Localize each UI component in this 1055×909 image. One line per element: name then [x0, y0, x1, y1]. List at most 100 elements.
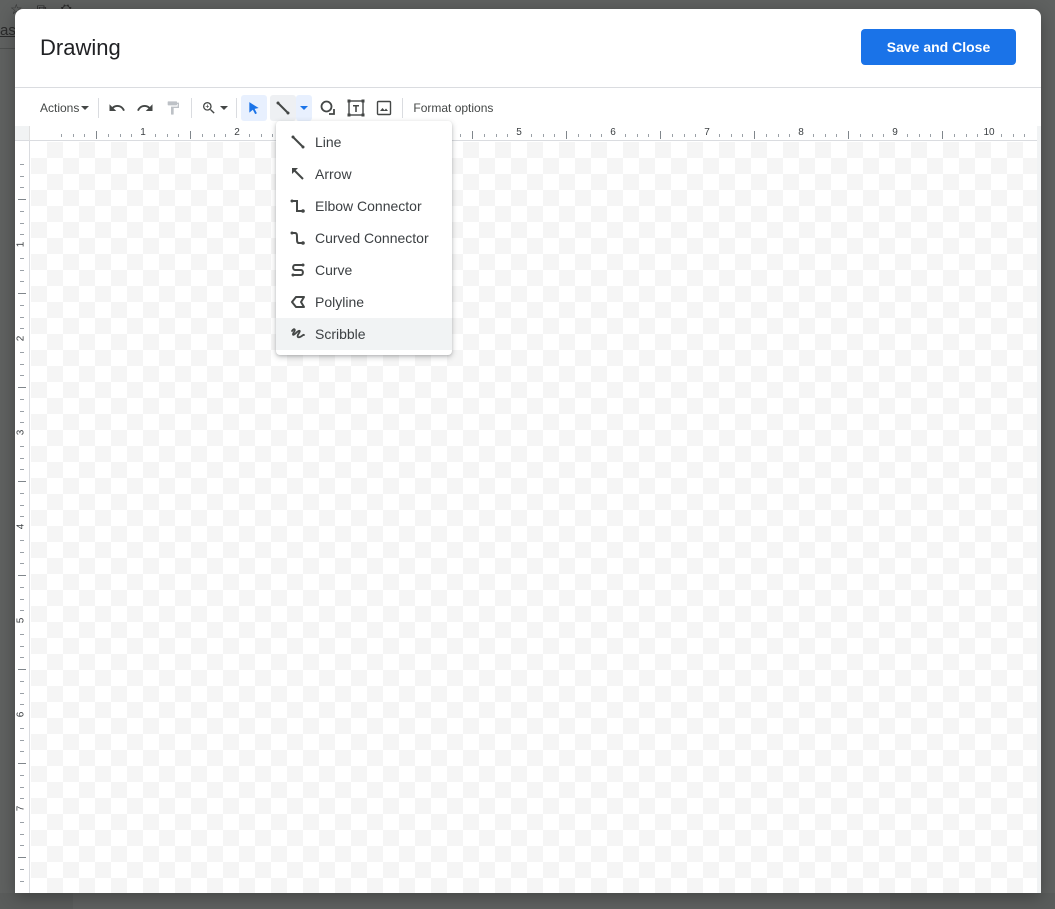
- ruler-tick: [848, 131, 849, 139]
- ruler-tick: [20, 363, 24, 365]
- select-tool-button[interactable]: [241, 94, 268, 121]
- ruler-tick: [20, 586, 24, 588]
- paint-format-button[interactable]: [159, 95, 187, 121]
- ruler-corner: [15, 126, 30, 141]
- ruler-tick: [272, 134, 274, 137]
- ruler-tick: [20, 692, 24, 694]
- ruler-label: 3: [15, 429, 27, 436]
- ruler-tick: [131, 134, 133, 137]
- ruler-tick: [777, 134, 779, 137]
- ruler-tick: [18, 857, 26, 858]
- redo-button[interactable]: [131, 95, 159, 121]
- zoom-in-icon: [202, 101, 215, 114]
- ruler-tick: [20, 739, 24, 741]
- undo-icon: [109, 103, 126, 111]
- ruler-label: 1: [140, 127, 146, 138]
- ruler-tick: [507, 134, 509, 137]
- text-box-button[interactable]: [342, 95, 370, 121]
- line-icon: [290, 134, 306, 150]
- toolbar-separator: [402, 97, 404, 118]
- drawing-dialog: Drawing Save and Close Actions Format op…: [15, 9, 1041, 893]
- ruler-tick: [190, 131, 191, 139]
- menu-item-curved-connector[interactable]: Curved Connector: [276, 222, 452, 254]
- ruler-tick: [836, 134, 838, 137]
- ruler-tick: [18, 481, 26, 482]
- ruler-tick: [871, 134, 873, 137]
- paint-format-icon: [168, 100, 180, 115]
- image-button[interactable]: [370, 95, 398, 121]
- ruler-tick: [72, 134, 74, 137]
- ruler-tick: [20, 328, 24, 330]
- ruler-label: 2: [15, 335, 27, 342]
- ruler-tick: [18, 293, 26, 294]
- menu-item-curve[interactable]: Curve: [276, 254, 452, 286]
- dialog-title: Drawing: [40, 35, 121, 60]
- ruler-label: 6: [15, 711, 27, 718]
- ruler-tick: [624, 134, 626, 137]
- ruler-tick: [824, 134, 826, 137]
- ruler-label: 1: [15, 241, 27, 248]
- menu-item-polyline[interactable]: Polyline: [276, 286, 452, 318]
- menu-item-arrow[interactable]: Arrow: [276, 158, 452, 190]
- line-type-menu: Line Arrow Elbow Connector Curved Connec…: [276, 121, 452, 355]
- ruler-tick: [1024, 134, 1026, 137]
- ruler-tick: [977, 134, 979, 137]
- ruler-tick: [20, 563, 24, 565]
- background-panel: [890, 893, 1055, 909]
- ruler-tick: [20, 551, 24, 553]
- format-options-button[interactable]: Format options: [407, 95, 499, 121]
- menu-item-line[interactable]: Line: [276, 126, 452, 158]
- ruler-label: 7: [15, 805, 27, 812]
- line-tool-dropdown[interactable]: [296, 94, 313, 121]
- ruler-tick: [20, 398, 24, 400]
- image-icon: [377, 100, 392, 115]
- toolbar-separator: [98, 97, 100, 118]
- ruler-tick: [20, 469, 24, 471]
- ruler-tick: [930, 134, 932, 137]
- ruler-tick: [460, 134, 462, 137]
- shape-icon: [320, 100, 336, 115]
- ruler-tick: [589, 134, 591, 137]
- menu-item-scribble[interactable]: Scribble: [276, 318, 452, 350]
- ruler-tick: [20, 610, 24, 612]
- ruler-tick: [965, 134, 967, 137]
- shape-button[interactable]: [314, 95, 342, 121]
- ruler-tick: [906, 134, 908, 137]
- ruler-tick: [883, 134, 885, 137]
- menu-item-label: Curved Connector: [315, 230, 429, 246]
- ruler-tick: [754, 131, 755, 139]
- actions-menu-button[interactable]: Actions: [35, 95, 94, 121]
- scribble-icon: [290, 326, 306, 342]
- line-tool-button[interactable]: [270, 94, 297, 121]
- ruler-tick: [483, 134, 485, 137]
- ruler-tick: [20, 598, 24, 600]
- ruler-tick: [530, 134, 532, 137]
- vertical-scrollbar[interactable]: [1037, 126, 1041, 893]
- actions-label: Actions: [40, 100, 80, 115]
- ruler-tick: [20, 833, 24, 835]
- ruler-tick: [225, 134, 227, 137]
- ruler-tick: [495, 134, 497, 137]
- ruler-tick: [1000, 134, 1002, 137]
- arrow-icon: [290, 166, 306, 182]
- ruler-tick: [260, 134, 262, 137]
- ruler-tick: [683, 134, 685, 137]
- line-icon: [276, 101, 290, 114]
- ruler-tick: [671, 134, 673, 137]
- ruler-tick: [765, 134, 767, 137]
- drawing-canvas[interactable]: [31, 142, 1037, 893]
- ruler-tick: [953, 134, 955, 137]
- ruler-tick: [601, 134, 603, 137]
- ruler-tick: [20, 774, 24, 776]
- ruler-tick: [918, 134, 920, 137]
- menu-item-elbow-connector[interactable]: Elbow Connector: [276, 190, 452, 222]
- undo-button[interactable]: [103, 95, 131, 121]
- zoom-button[interactable]: [196, 95, 232, 121]
- save-and-close-button[interactable]: Save and Close: [861, 29, 1016, 65]
- ruler-label: 5: [15, 617, 27, 624]
- ruler-tick: [20, 645, 24, 647]
- menu-item-label: Polyline: [315, 294, 365, 310]
- ruler-tick: [20, 457, 24, 459]
- ruler-tick: [20, 868, 24, 870]
- ruler-tick: [20, 504, 24, 506]
